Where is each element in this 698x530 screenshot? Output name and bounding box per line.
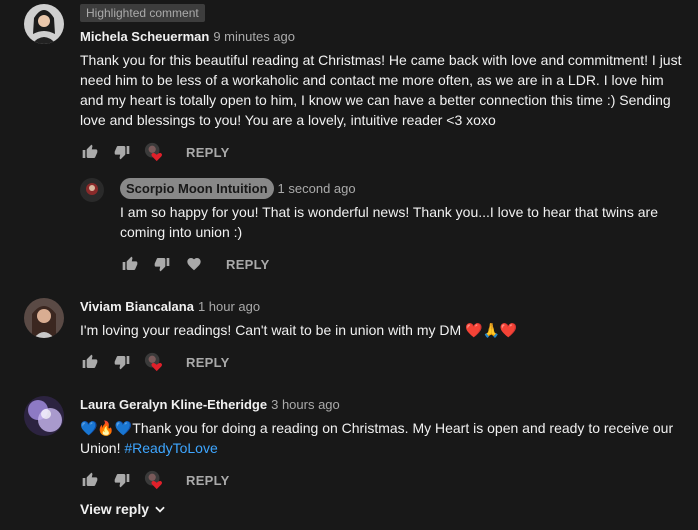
comment-actions: REPLY [80, 470, 230, 490]
view-reply-label: View reply [80, 501, 150, 517]
heart-button[interactable] [184, 254, 204, 274]
timestamp[interactable]: 9 minutes ago [213, 29, 295, 44]
comment-header: Michela Scheuerman 9 minutes ago [80, 28, 295, 44]
dislike-button[interactable] [112, 470, 132, 490]
creator-heart-icon [144, 352, 162, 372]
thumbs-up-icon [82, 354, 98, 368]
comment-header: Viviam Biancalana 1 hour ago [80, 298, 260, 314]
comment-text: I am so happy for you! That is wonderful… [120, 204, 658, 240]
chevron-down-icon [155, 506, 165, 513]
comment-actions: REPLY [120, 254, 270, 274]
reply-button[interactable]: REPLY [186, 145, 230, 160]
avatar-image [24, 396, 64, 436]
view-reply-button[interactable]: View reply [80, 501, 167, 517]
avatar[interactable] [24, 396, 64, 436]
creator-heart-icon [144, 470, 162, 490]
like-button[interactable] [120, 254, 140, 274]
comment-actions: REPLY [80, 142, 230, 162]
comment-text: Thank you for this beautiful reading at … [80, 52, 682, 128]
thumbs-down-icon [114, 146, 130, 160]
thumbs-up-icon [82, 472, 98, 486]
highlighted-comment-badge: Highlighted comment [80, 4, 205, 22]
creator-heart-icon [144, 142, 162, 162]
author-name[interactable]: Viviam Biancalana [80, 299, 194, 314]
comment-header: Laura Geralyn Kline-Etheridge 3 hours ago [80, 396, 340, 412]
comment-text: 💙🔥💙Thank you for doing a reading on Chri… [80, 418, 690, 458]
thumbs-down-icon [114, 356, 130, 370]
author-name[interactable]: Laura Geralyn Kline-Etheridge [80, 397, 267, 412]
dislike-button[interactable] [152, 254, 172, 274]
highlight-badge-wrap: Highlighted comment [80, 4, 205, 22]
creator-avatar[interactable] [80, 178, 104, 202]
thumbs-down-icon [154, 258, 170, 272]
thumbs-up-icon [82, 144, 98, 158]
author-name[interactable]: Michela Scheuerman [80, 29, 209, 44]
dislike-button[interactable] [112, 352, 132, 372]
creator-heart[interactable] [144, 470, 164, 490]
avatar[interactable] [24, 298, 64, 338]
timestamp[interactable]: 1 second ago [278, 181, 356, 196]
reply-button[interactable]: REPLY [226, 257, 270, 272]
hashtag-link[interactable]: #ReadyToLove [124, 440, 217, 456]
creator-name-badge[interactable]: Scorpio Moon Intuition [120, 178, 274, 199]
thumbs-down-icon [114, 474, 130, 488]
thumbs-up-icon [122, 256, 138, 270]
avatar-image [24, 4, 64, 44]
dislike-button[interactable] [112, 142, 132, 162]
reply-button[interactable]: REPLY [186, 355, 230, 370]
timestamp[interactable]: 3 hours ago [271, 397, 340, 412]
avatar[interactable] [24, 4, 64, 44]
comment-actions: REPLY [80, 352, 230, 372]
like-button[interactable] [80, 142, 100, 162]
comment-header: Scorpio Moon Intuition 1 second ago [120, 178, 356, 199]
reply-button[interactable]: REPLY [186, 473, 230, 488]
creator-heart[interactable] [144, 142, 164, 162]
heart-icon [187, 258, 201, 271]
like-button[interactable] [80, 352, 100, 372]
creator-heart[interactable] [144, 352, 164, 372]
like-button[interactable] [80, 470, 100, 490]
comment-text: I'm loving your readings! Can't wait to … [80, 322, 518, 338]
avatar-image [24, 298, 64, 338]
timestamp[interactable]: 1 hour ago [198, 299, 260, 314]
avatar-image [80, 178, 104, 202]
